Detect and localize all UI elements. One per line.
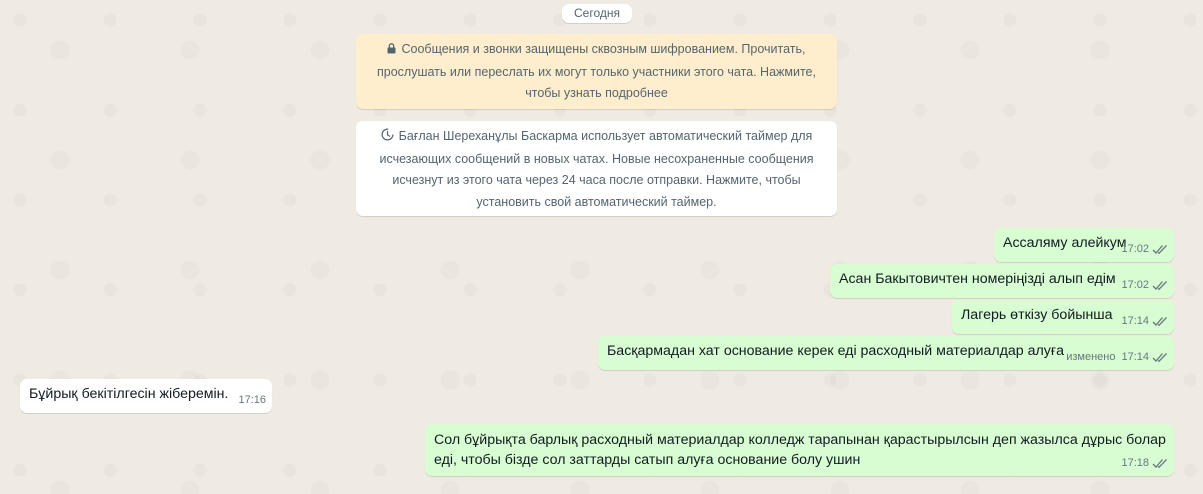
message-meta: 17:02 <box>1121 278 1168 293</box>
message-text: Лагерь өткізу бойынша <box>961 307 1113 323</box>
message-meta: изменено 17:14 <box>1066 350 1168 365</box>
double-check-icon <box>1152 280 1168 291</box>
message-text: Бұйрық бекітілгесін жіберемін. <box>29 386 229 402</box>
encryption-notice[interactable]: Сообщения и звонки защищены сквозным шиф… <box>356 34 837 109</box>
message-meta: 17:18 <box>1121 456 1168 471</box>
outgoing-message[interactable]: Ассаляму алейкум 17:02 <box>994 228 1174 262</box>
date-separator: Сегодня <box>562 4 632 23</box>
double-check-icon <box>1152 244 1168 255</box>
chat-background: Сегодня Сообщения и звонки защищены скво… <box>0 0 1203 494</box>
message-time: 17:14 <box>1121 351 1149 363</box>
encryption-notice-line-3: чтобы узнать подробнее <box>525 86 668 100</box>
timer-notice-line-4: установить свой автоматический таймер. <box>476 194 717 209</box>
timer-notice-line-2: исчезающих сообщений в новых чатах. Новы… <box>379 151 814 166</box>
timer-icon <box>381 127 394 149</box>
message-time: 17:14 <box>1121 315 1149 327</box>
message-time: 17:02 <box>1121 243 1149 255</box>
message-text: Асан Бакытовичтен номеріңізді алып едім <box>839 271 1116 287</box>
incoming-message[interactable]: Бұйрық бекітілгесін жіберемін. 17:16 <box>20 379 272 413</box>
timer-notice-line-1: Бағлан Шереханұлы Баскарма использует ав… <box>370 126 823 149</box>
double-check-icon <box>1152 458 1168 469</box>
double-check-icon <box>1152 316 1168 327</box>
message-meta: 17:16 <box>238 393 266 408</box>
message-text: Сол бұйрықта барлық расходный материалда… <box>434 432 1166 468</box>
message-meta: 17:14 <box>1121 314 1168 329</box>
edited-label: изменено <box>1066 351 1116 363</box>
message-time: 17:16 <box>238 394 266 406</box>
outgoing-message[interactable]: Лагерь өткізу бойынша 17:14 <box>952 300 1174 334</box>
encryption-notice-line-2: прослушать или переслать их могут только… <box>377 64 816 79</box>
message-text: Басқармадан хат основание керек еді расх… <box>607 343 1064 359</box>
outgoing-message[interactable]: Сол бұйрықта барлық расходный материалда… <box>425 424 1174 476</box>
encryption-notice-line-1: Сообщения и звонки защищены сквозным шиф… <box>370 39 823 62</box>
message-text: Ассаляму алейкум <box>1003 235 1127 251</box>
message-time: 17:02 <box>1121 279 1149 291</box>
timer-notice-line-3: исчезнут из этого чата через 24 часа пос… <box>392 173 801 187</box>
message-meta: 17:02 <box>1121 242 1168 257</box>
double-check-icon <box>1152 352 1168 363</box>
message-time: 17:18 <box>1121 457 1149 469</box>
outgoing-message[interactable]: Асан Бакытовичтен номеріңізді алып едім … <box>830 264 1174 298</box>
outgoing-message[interactable]: Басқармадан хат основание керек еді расх… <box>598 336 1174 370</box>
disappearing-timer-notice[interactable]: Бағлан Шереханұлы Баскарма использует ав… <box>356 121 837 216</box>
lock-icon <box>387 40 396 62</box>
